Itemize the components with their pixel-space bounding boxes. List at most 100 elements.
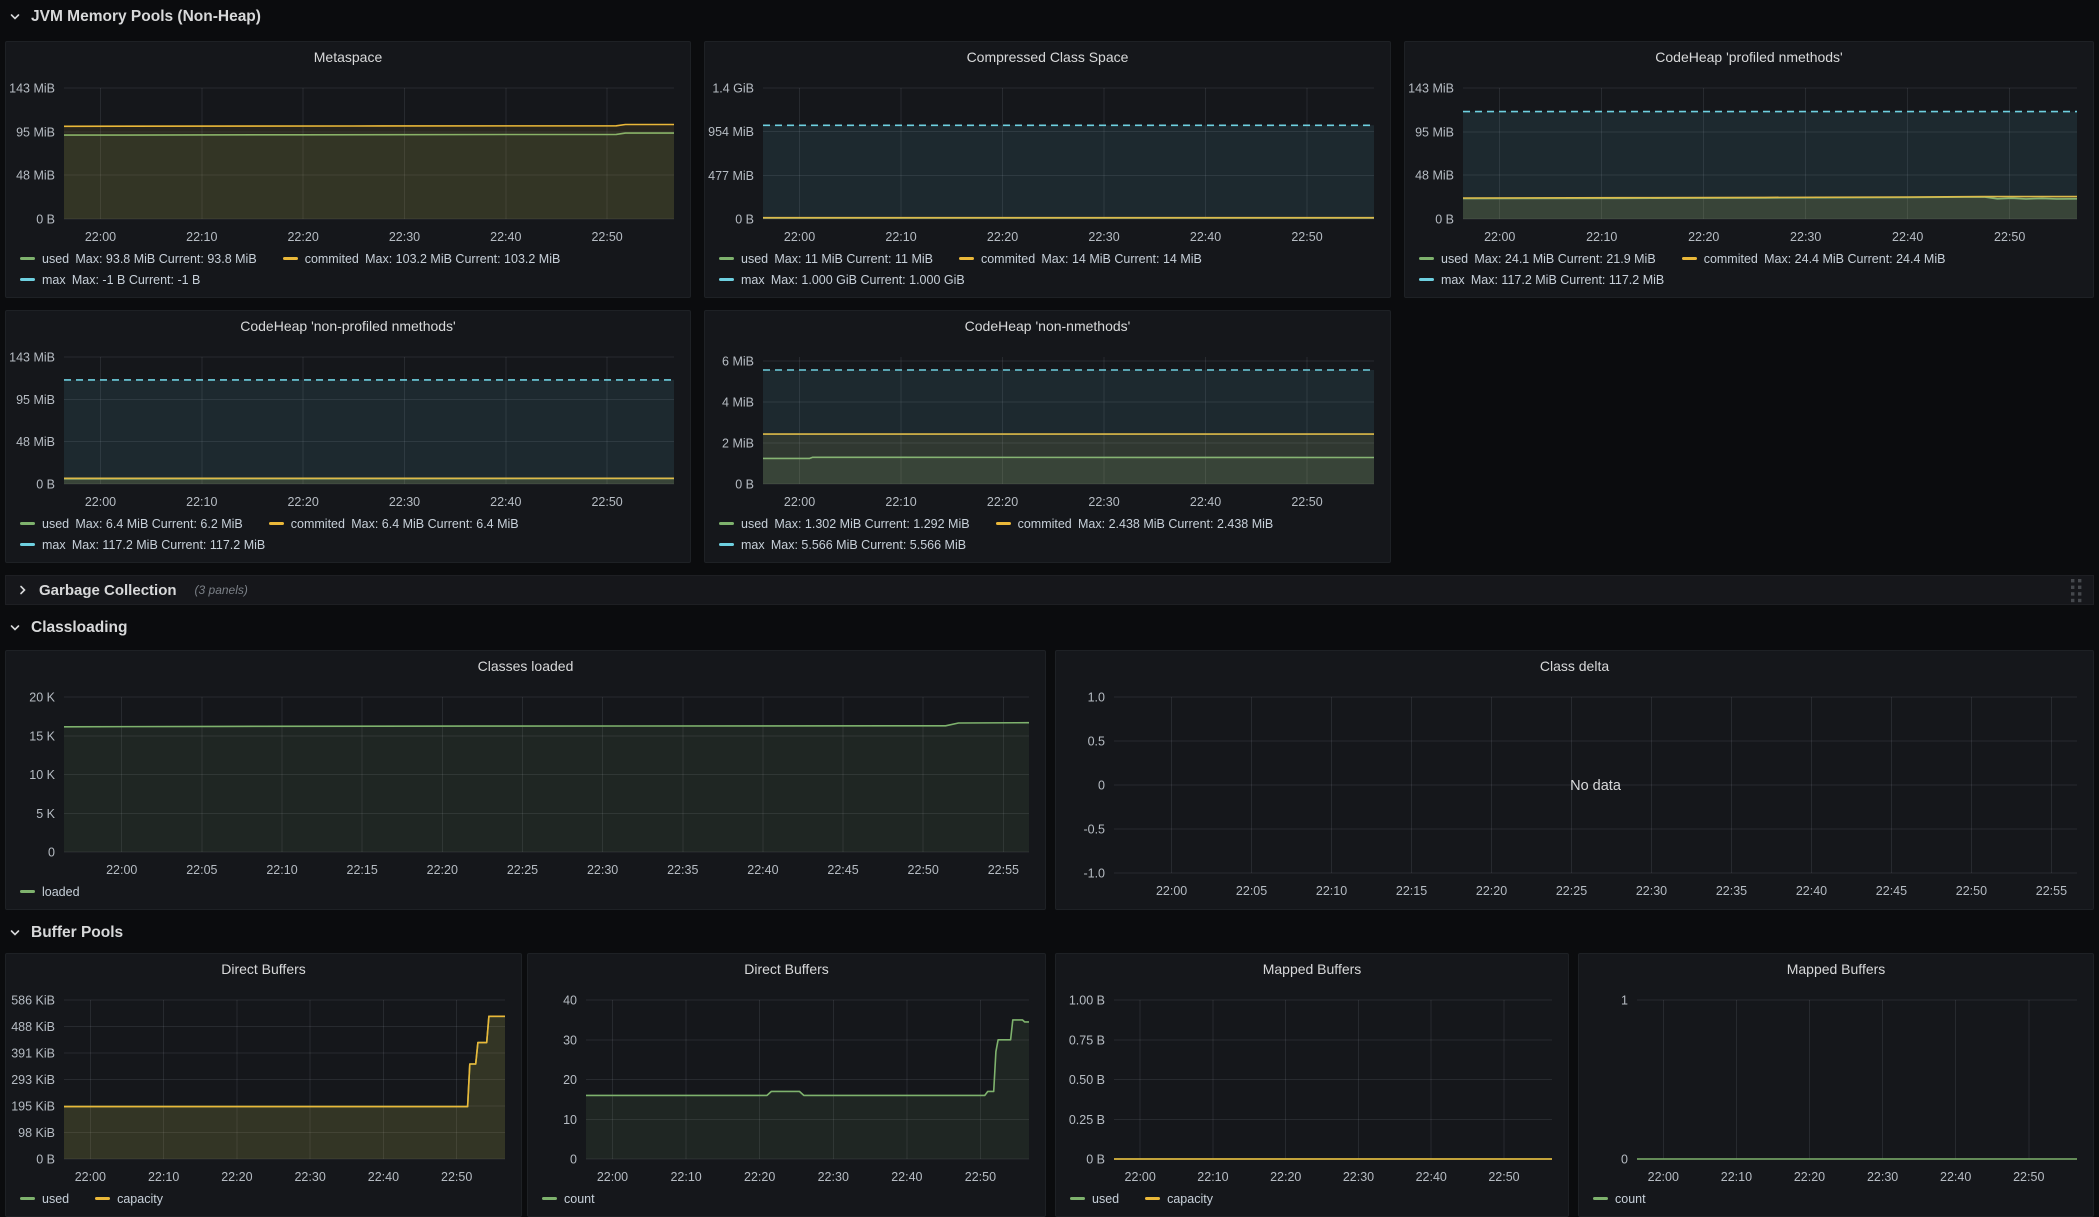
legend-item-capacity[interactable]: capacity	[1145, 1192, 1213, 1206]
legend-item-capacity[interactable]: capacity	[95, 1192, 163, 1206]
section-header-classloading[interactable]: Classloading	[8, 617, 127, 639]
legend-item-max[interactable]: max Max: 117.2 MiB Current: 117.2 MiB	[20, 538, 265, 552]
panel-codeheap-non-profiled-nmethods: CodeHeap 'non-profiled nmethods' 0 B48 M…	[5, 310, 691, 563]
svg-text:22:10: 22:10	[148, 1170, 179, 1184]
svg-text:143 MiB: 143 MiB	[9, 82, 55, 96]
svg-text:22:55: 22:55	[2036, 884, 2067, 898]
legend-item-count[interactable]: count	[1593, 1192, 1646, 1206]
legend-item-commited[interactable]: commited Max: 24.4 MiB Current: 24.4 MiB	[1682, 252, 1946, 266]
legend-item-count[interactable]: count	[542, 1192, 595, 1206]
svg-text:0 B: 0 B	[36, 478, 55, 492]
svg-text:22:50: 22:50	[2013, 1170, 2044, 1184]
legend-item-used[interactable]: used Max: 1.302 MiB Current: 1.292 MiB	[719, 517, 970, 531]
legend-item-used[interactable]: used Max: 24.1 MiB Current: 21.9 MiB	[1419, 252, 1656, 266]
svg-text:22:25: 22:25	[1556, 884, 1587, 898]
svg-text:22:10: 22:10	[1316, 884, 1347, 898]
panel-title[interactable]: Metaspace	[36, 49, 660, 65]
row-title: Garbage Collection	[39, 582, 177, 599]
svg-text:22:00: 22:00	[85, 230, 116, 244]
svg-text:22:40: 22:40	[368, 1170, 399, 1184]
legend-item-used[interactable]: used Max: 11 MiB Current: 11 MiB	[719, 252, 933, 266]
chart-codeheap-non-nmethods[interactable]: 0 B2 MiB4 MiB6 MiB22:0022:1022:2022:3022…	[705, 311, 1390, 562]
chevron-down-icon	[8, 621, 22, 635]
svg-text:22:30: 22:30	[1343, 1170, 1374, 1184]
svg-text:22:30: 22:30	[587, 863, 618, 877]
svg-text:22:35: 22:35	[667, 863, 698, 877]
chart-codeheap-profiled-nmethods[interactable]: 0 B48 MiB95 MiB143 MiB22:0022:1022:2022:…	[1405, 42, 2093, 297]
chart-mapped-buffers-count[interactable]: 0122:0022:1022:2022:3022:4022:50count	[1579, 954, 2093, 1216]
row-garbage-collection[interactable]: Garbage Collection (3 panels)	[5, 575, 2094, 605]
legend-item-max[interactable]: max Max: -1 B Current: -1 B	[20, 273, 200, 287]
svg-text:22:00: 22:00	[106, 863, 137, 877]
svg-text:0.25 B: 0.25 B	[1069, 1113, 1105, 1127]
svg-text:48 MiB: 48 MiB	[16, 169, 55, 183]
svg-text:22:20: 22:20	[287, 230, 318, 244]
svg-text:22:40: 22:40	[891, 1170, 922, 1184]
svg-text:22:50: 22:50	[591, 230, 622, 244]
legend-item-used[interactable]: used Max: 6.4 MiB Current: 6.2 MiB	[20, 517, 243, 531]
panel-title[interactable]: Classes loaded	[36, 658, 1015, 674]
chart-class-delta[interactable]: -1.0-0.500.51.022:0022:0522:1022:1522:20…	[1056, 651, 2093, 909]
legend-item-used[interactable]: used	[20, 1192, 69, 1206]
svg-text:0 B: 0 B	[36, 213, 55, 227]
svg-text:22:10: 22:10	[1721, 1170, 1752, 1184]
svg-text:22:10: 22:10	[186, 230, 217, 244]
svg-text:22:30: 22:30	[389, 230, 420, 244]
chart-direct-buffers-count[interactable]: 01020304022:0022:1022:2022:3022:4022:50c…	[528, 954, 1045, 1216]
chart-codeheap-non-profiled-nmethods[interactable]: 0 B48 MiB95 MiB143 MiB22:0022:1022:2022:…	[6, 311, 690, 562]
legend-item-commited[interactable]: commited Max: 14 MiB Current: 14 MiB	[959, 252, 1202, 266]
legend-item-commited[interactable]: commited Max: 103.2 MiB Current: 103.2 M…	[283, 252, 561, 266]
svg-text:22:45: 22:45	[1876, 884, 1907, 898]
legend-item-max[interactable]: max Max: 1.000 GiB Current: 1.000 GiB	[719, 273, 965, 287]
svg-text:95 MiB: 95 MiB	[1415, 125, 1454, 139]
svg-text:22:40: 22:40	[1416, 1170, 1447, 1184]
panel-compressed-class-space: Compressed Class Space 0 B477 MiB954 MiB…	[704, 41, 1391, 298]
chart-direct-buffers-bytes[interactable]: 0 B98 KiB195 KiB293 KiB391 KiB488 KiB586…	[6, 954, 521, 1216]
panel-title[interactable]: Compressed Class Space	[735, 49, 1360, 65]
panel-title[interactable]: Class delta	[1086, 658, 2063, 674]
svg-text:0: 0	[48, 846, 55, 860]
svg-text:22:00: 22:00	[1125, 1170, 1156, 1184]
svg-text:22:30: 22:30	[294, 1170, 325, 1184]
svg-text:22:10: 22:10	[885, 230, 916, 244]
drag-handle-icon[interactable]	[2070, 578, 2083, 603]
svg-text:293 KiB: 293 KiB	[11, 1073, 55, 1087]
legend-item-max[interactable]: max Max: 5.566 MiB Current: 5.566 MiB	[719, 538, 966, 552]
legend-item-used[interactable]: used	[1070, 1192, 1119, 1206]
legend-item-max[interactable]: max Max: 117.2 MiB Current: 117.2 MiB	[1419, 273, 1664, 287]
svg-text:22:50: 22:50	[1488, 1170, 1519, 1184]
svg-text:195 KiB: 195 KiB	[11, 1100, 55, 1114]
svg-text:22:00: 22:00	[1156, 884, 1187, 898]
svg-text:1.00 B: 1.00 B	[1069, 994, 1105, 1008]
svg-text:22:30: 22:30	[1867, 1170, 1898, 1184]
panel-direct-buffers-count: Direct Buffers 01020304022:0022:1022:202…	[527, 953, 1046, 1217]
panel-title[interactable]: Direct Buffers	[36, 961, 491, 977]
panel-title[interactable]: Mapped Buffers	[1086, 961, 1538, 977]
panel-title[interactable]: CodeHeap 'non-nmethods'	[735, 318, 1360, 334]
panel-title[interactable]: Direct Buffers	[558, 961, 1015, 977]
section-header-jvm-memory-pools[interactable]: JVM Memory Pools (Non-Heap)	[8, 6, 261, 28]
svg-text:1: 1	[1621, 994, 1628, 1008]
legend-item-loaded[interactable]: loaded	[20, 885, 80, 899]
svg-text:143 MiB: 143 MiB	[9, 351, 55, 365]
panel-title[interactable]: CodeHeap 'non-profiled nmethods'	[36, 318, 660, 334]
svg-text:22:05: 22:05	[186, 863, 217, 877]
chart-classes-loaded[interactable]: 05 K10 K15 K20 K22:0022:0522:1022:1522:2…	[6, 651, 1045, 909]
chart-compressed-class-space[interactable]: 0 B477 MiB954 MiB1.4 GiB22:0022:1022:202…	[705, 42, 1390, 297]
panel-title[interactable]: CodeHeap 'profiled nmethods'	[1435, 49, 2063, 65]
legend-item-commited[interactable]: commited Max: 6.4 MiB Current: 6.4 MiB	[269, 517, 519, 531]
section-header-buffer-pools[interactable]: Buffer Pools	[8, 922, 123, 944]
svg-text:22:30: 22:30	[1636, 884, 1667, 898]
svg-text:2 MiB: 2 MiB	[722, 437, 754, 451]
legend-item-commited[interactable]: commited Max: 2.438 MiB Current: 2.438 M…	[996, 517, 1274, 531]
panel-classes-loaded: Classes loaded 05 K10 K15 K20 K22:0022:0…	[5, 650, 1046, 910]
chart-mapped-buffers-bytes[interactable]: 0 B0.25 B0.50 B0.75 B1.00 B22:0022:1022:…	[1056, 954, 1568, 1216]
svg-text:22:40: 22:40	[1940, 1170, 1971, 1184]
svg-text:22:10: 22:10	[266, 863, 297, 877]
svg-text:477 MiB: 477 MiB	[708, 169, 754, 183]
panel-class-delta: Class delta -1.0-0.500.51.022:0022:0522:…	[1055, 650, 2094, 910]
legend-item-used[interactable]: used Max: 93.8 MiB Current: 93.8 MiB	[20, 252, 257, 266]
svg-text:0 B: 0 B	[1086, 1153, 1105, 1167]
chart-metaspace[interactable]: 0 B48 MiB95 MiB143 MiB22:0022:1022:2022:…	[6, 42, 690, 297]
panel-title[interactable]: Mapped Buffers	[1609, 961, 2063, 977]
